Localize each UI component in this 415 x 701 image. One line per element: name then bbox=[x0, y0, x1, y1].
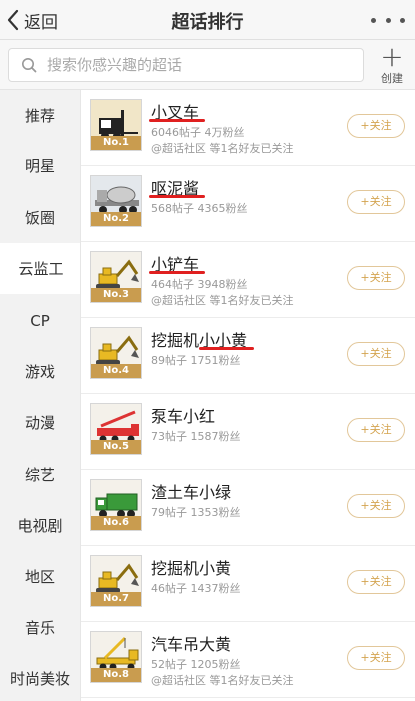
sidebar-item[interactable]: 饭圈 bbox=[0, 192, 80, 243]
topic-row[interactable]: No.3 小铲车 464帖子 3948粉丝 @超话社区 等1名好友已关注 +关注 bbox=[81, 242, 415, 318]
topic-row[interactable]: No.8 汽车吊大黄 52帖子 1205粉丝 @超话社区 等1名好友已关注 +关注 bbox=[81, 622, 415, 698]
sidebar-item[interactable]: 时尚美妆 bbox=[0, 653, 80, 701]
follow-button[interactable]: +关注 bbox=[347, 266, 405, 290]
plus-icon: + bbox=[380, 40, 404, 73]
topic-thumbnail: No.6 bbox=[90, 479, 142, 531]
super-topic-list: No.1 小叉车 6046帖子 4万粉丝 @超话社区 等1名好友已关注 +关注 No.2… bbox=[80, 90, 415, 701]
topic-row[interactable]: No.1 小叉车 6046帖子 4万粉丝 @超话社区 等1名好友已关注 +关注 bbox=[81, 90, 415, 166]
follow-button[interactable]: +关注 bbox=[347, 570, 405, 594]
follow-button[interactable]: +关注 bbox=[347, 494, 405, 518]
chevron-left-icon bbox=[7, 9, 19, 31]
sidebar-item[interactable]: 云监工 bbox=[0, 243, 82, 294]
page-title: 超话排行 bbox=[171, 12, 244, 33]
rank-badge: No.5 bbox=[91, 440, 141, 454]
topic-thumbnail: No.4 bbox=[90, 327, 142, 379]
search-icon bbox=[22, 58, 37, 73]
rank-badge: No.6 bbox=[91, 516, 141, 530]
follow-button[interactable]: +关注 bbox=[347, 190, 405, 214]
search-bar: + 创建 bbox=[0, 40, 415, 90]
topic-row[interactable]: No.7 挖掘机小黄 46帖子 1437粉丝 +关注 bbox=[81, 546, 415, 622]
sidebar-item[interactable]: CP bbox=[0, 295, 80, 346]
topic-stats: 46帖子 1437粉丝 bbox=[151, 582, 241, 595]
sidebar-item[interactable]: 音乐 bbox=[0, 602, 80, 653]
back-label: 返回 bbox=[24, 12, 58, 33]
topic-stats: 568帖子 4365粉丝 bbox=[151, 202, 248, 215]
follow-button[interactable]: +关注 bbox=[347, 342, 405, 366]
topic-thumbnail: No.1 bbox=[90, 99, 142, 151]
topic-row[interactable]: No.5 泵车小红 73帖子 1587粉丝 +关注 bbox=[81, 394, 415, 470]
create-label: 创建 bbox=[381, 72, 403, 85]
red-underline-annotation bbox=[149, 195, 205, 198]
topic-stats: 73帖子 1587粉丝 bbox=[151, 430, 241, 443]
more-options-icon[interactable] bbox=[371, 10, 405, 30]
back-button[interactable]: 返回 bbox=[6, 7, 58, 33]
red-underline-annotation bbox=[149, 119, 205, 122]
rank-badge: No.3 bbox=[91, 288, 141, 302]
topic-thumbnail: No.8 bbox=[90, 631, 142, 683]
rank-badge: No.2 bbox=[91, 212, 141, 226]
sidebar-item[interactable]: 明星 bbox=[0, 140, 80, 191]
create-button[interactable]: + 创建 bbox=[377, 40, 407, 86]
topic-name: 泵车小红 bbox=[151, 407, 216, 426]
topic-stats: 464帖子 3948粉丝 bbox=[151, 278, 248, 291]
topic-name: 挖掘机小黄 bbox=[151, 559, 232, 578]
friends-following-note: @超话社区 等1名好友已关注 bbox=[151, 674, 294, 687]
sidebar-item[interactable]: 推荐 bbox=[0, 90, 80, 141]
topic-row[interactable]: No.6 渣土车小绿 79帖子 1353粉丝 +关注 bbox=[81, 470, 415, 546]
search-input[interactable] bbox=[47, 56, 347, 74]
sidebar-item[interactable]: 动漫 bbox=[0, 397, 80, 448]
category-sidebar: 推荐 明星 饭圈 云监工 CP 游戏 动漫 综艺 电视剧 地区 音乐 时尚美妆 bbox=[0, 90, 82, 701]
topic-stats: 89帖子 1751粉丝 bbox=[151, 354, 241, 367]
rank-badge: No.1 bbox=[91, 136, 141, 150]
rank-badge: No.8 bbox=[91, 668, 141, 682]
rank-badge: No.7 bbox=[91, 592, 141, 606]
rank-badge: No.4 bbox=[91, 364, 141, 378]
follow-button[interactable]: +关注 bbox=[347, 114, 405, 138]
follow-button[interactable]: +关注 bbox=[347, 418, 405, 442]
follow-button[interactable]: +关注 bbox=[347, 646, 405, 670]
topic-name: 汽车吊大黄 bbox=[151, 635, 232, 654]
topic-row[interactable]: No.2 呕泥酱 568帖子 4365粉丝 +关注 bbox=[81, 166, 415, 242]
sidebar-item[interactable]: 综艺 bbox=[0, 449, 80, 500]
topic-thumbnail: No.2 bbox=[90, 175, 142, 227]
topic-stats: 52帖子 1205粉丝 bbox=[151, 658, 241, 671]
topic-stats: 79帖子 1353粉丝 bbox=[151, 506, 241, 519]
topic-thumbnail: No.5 bbox=[90, 403, 142, 455]
topic-thumbnail: No.7 bbox=[90, 555, 142, 607]
topic-thumbnail: No.3 bbox=[90, 251, 142, 303]
friends-following-note: @超话社区 等1名好友已关注 bbox=[151, 294, 294, 307]
red-underline-annotation bbox=[149, 271, 205, 274]
sidebar-item[interactable]: 地区 bbox=[0, 551, 80, 602]
navigation-bar: 返回 超话排行 bbox=[0, 0, 415, 40]
sidebar-item[interactable]: 游戏 bbox=[0, 346, 80, 397]
friends-following-note: @超话社区 等1名好友已关注 bbox=[151, 142, 294, 155]
sidebar-item[interactable]: 电视剧 bbox=[0, 500, 80, 551]
topic-name: 渣土车小绿 bbox=[151, 483, 232, 502]
search-box[interactable] bbox=[8, 48, 364, 82]
topic-stats: 6046帖子 4万粉丝 bbox=[151, 126, 245, 139]
red-underline-annotation bbox=[198, 347, 254, 350]
topic-row[interactable]: No.4 挖掘机小小黄 89帖子 1751粉丝 +关注 bbox=[81, 318, 415, 394]
